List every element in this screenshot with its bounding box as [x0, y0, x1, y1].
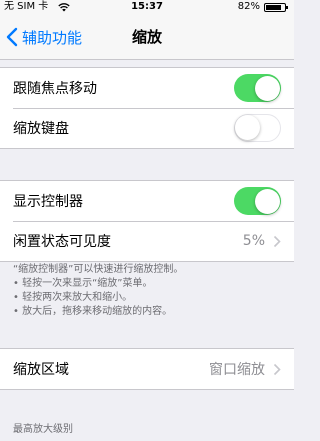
max-zoom-section-header: 最高放大级别	[13, 424, 73, 435]
settings-group-controller: 显示控制器 闲置状态可见度 5%	[0, 180, 294, 262]
footnote-line: • 轻按一次来显示“缩放”菜单。	[13, 278, 153, 289]
show-controller-label: 显示控制器	[13, 194, 83, 210]
switch-knob	[254, 75, 280, 101]
follow-focus-label: 跟随焦点移动	[13, 81, 97, 97]
zoom-region-value: 窗口缩放	[209, 362, 265, 378]
settings-group-region: 缩放区域 窗口缩放	[0, 348, 294, 390]
footnote-line: “缩放控制器”可以快速进行缩放控制。	[13, 264, 184, 275]
zoom-keyboard-label: 缩放键盘	[13, 121, 69, 137]
battery-icon	[264, 3, 288, 12]
row-zoom-keyboard: 缩放键盘	[0, 108, 294, 148]
row-zoom-region[interactable]: 缩放区域 窗口缩放	[0, 349, 294, 389]
row-show-controller: 显示控制器	[0, 181, 294, 221]
chevron-right-icon	[273, 235, 281, 247]
footnote-line: • 轻按两次来放大和缩小。	[13, 292, 133, 303]
status-bar: 无 SIM 卡 15:37 82%	[0, 0, 294, 14]
idle-visibility-value: 5%	[242, 233, 265, 249]
chevron-right-icon	[273, 363, 281, 375]
row-follow-focus: 跟随焦点移动	[0, 68, 294, 108]
footnote-line: • 放大后，拖移来移动缩放的内容。	[13, 306, 173, 317]
controller-footnote: “缩放控制器”可以快速进行缩放控制。 • 轻按一次来显示“缩放”菜单。 • 轻按…	[13, 263, 288, 319]
zoom-keyboard-switch[interactable]	[234, 114, 281, 142]
row-idle-visibility[interactable]: 闲置状态可见度 5%	[0, 221, 294, 261]
follow-focus-switch[interactable]	[234, 74, 281, 102]
show-controller-switch[interactable]	[234, 187, 281, 215]
page-title: 缩放	[131, 28, 162, 46]
navigation-bar: 辅助功能 缩放	[0, 14, 294, 60]
switch-knob	[235, 115, 260, 140]
switch-knob	[254, 188, 280, 214]
zoom-region-label: 缩放区域	[13, 362, 69, 378]
settings-group-focus: 跟随焦点移动 缩放键盘	[0, 67, 294, 149]
battery-fill	[266, 5, 281, 10]
idle-visibility-label: 闲置状态可见度	[13, 234, 111, 250]
battery-percent: 82%	[237, 1, 260, 12]
